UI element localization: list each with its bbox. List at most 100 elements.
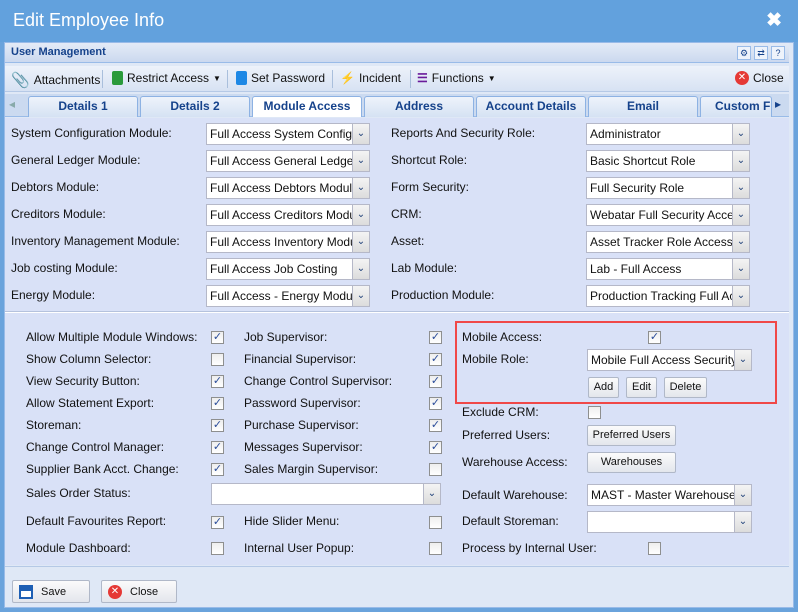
permission-checkbox[interactable]: ✓ xyxy=(211,463,224,476)
chevron-down-icon[interactable]: ⌄ xyxy=(352,286,369,306)
toolbar: 📎 Attachments Restrict Access ▼ Set Passwo… xyxy=(5,66,789,92)
default-storeman-label: Default Storeman: xyxy=(462,514,559,528)
supervisor-label: Password Supervisor: xyxy=(244,396,361,410)
permission-checkbox[interactable]: ✓ xyxy=(211,331,224,344)
permission-checkbox[interactable]: ✓ xyxy=(211,419,224,432)
chevron-down-icon[interactable]: ⌄ xyxy=(732,205,749,225)
warehouses-button[interactable]: Warehouses xyxy=(587,452,676,473)
module-role-select[interactable]: Full Access Debtors Module ⌄ xyxy=(206,177,370,199)
warehouse-access-label: Warehouse Access: xyxy=(462,455,568,469)
permission-checkbox[interactable] xyxy=(211,353,224,366)
supervisor-checkbox[interactable]: ✓ xyxy=(429,419,442,432)
module-role-select[interactable]: Full Access General Ledger ⌄ xyxy=(206,150,370,172)
module-role-select[interactable]: Full Access Job Costing ⌄ xyxy=(206,258,370,280)
internal-popup-checkbox[interactable] xyxy=(429,542,442,555)
tab-module-access[interactable]: Module Access xyxy=(252,96,362,117)
module-role-select[interactable]: Full Access System Config ⌄ xyxy=(206,123,370,145)
set-password-label: Set Password xyxy=(251,71,326,85)
chevron-down-icon[interactable]: ⌄ xyxy=(732,124,749,144)
role-select[interactable]: Webatar Full Security Access ⌄ xyxy=(586,204,750,226)
hide-slider-checkbox[interactable] xyxy=(429,516,442,529)
scroll-left-icon[interactable]: ◂ xyxy=(9,97,15,111)
close-button[interactable]: ✕ Close xyxy=(735,71,784,85)
lock-blue-icon xyxy=(236,71,247,85)
set-password-button[interactable]: Set Password xyxy=(236,71,325,85)
restrict-access-button[interactable]: Restrict Access ▼ xyxy=(112,71,221,85)
incident-icon: ⚡ xyxy=(340,71,355,85)
chevron-down-icon[interactable]: ⌄ xyxy=(423,484,440,504)
paperclip-icon: 📎 xyxy=(11,72,30,89)
sales-order-status-select[interactable]: ⌄ xyxy=(211,483,441,505)
permission-checkbox[interactable]: ✓ xyxy=(211,441,224,454)
supervisor-checkbox[interactable]: ✓ xyxy=(429,353,442,366)
supervisor-checkbox[interactable]: ✓ xyxy=(429,375,442,388)
role-select[interactable]: Production Tracking Full Access ⌄ xyxy=(586,285,750,307)
close-label: Close xyxy=(753,71,784,85)
supervisor-checkbox[interactable] xyxy=(429,463,442,476)
role-label: Lab Module: xyxy=(391,261,458,275)
chevron-down-icon[interactable]: ⌄ xyxy=(352,151,369,171)
module-role-select-value: Full Access Job Costing xyxy=(210,262,338,276)
chevron-down-icon[interactable]: ⌄ xyxy=(732,232,749,252)
role-select[interactable]: Full Security Role ⌄ xyxy=(586,177,750,199)
supervisor-checkbox[interactable]: ✓ xyxy=(429,331,442,344)
sales-order-status-label: Sales Order Status: xyxy=(26,486,131,500)
chevron-down-icon[interactable]: ⌄ xyxy=(732,259,749,279)
scroll-right-icon[interactable]: ▸ xyxy=(775,97,781,111)
chevron-down-icon[interactable]: ⌄ xyxy=(352,259,369,279)
role-select[interactable]: Lab - Full Access ⌄ xyxy=(586,258,750,280)
chevron-down-icon[interactable]: ⌄ xyxy=(734,485,751,505)
module-label: Creditors Module: xyxy=(11,207,106,221)
default-warehouse-select[interactable]: MAST - Master Warehouse ⌄ xyxy=(587,484,752,506)
module-dashboard-checkbox[interactable] xyxy=(211,542,224,555)
permission-label: Show Column Selector: xyxy=(26,352,152,366)
preferred-users-button[interactable]: Preferred Users xyxy=(587,425,676,446)
close-window-icon[interactable]: ✖ xyxy=(766,9,782,32)
chevron-down-icon[interactable]: ⌄ xyxy=(352,232,369,252)
tab-details-2[interactable]: Details 2 xyxy=(140,96,250,117)
tab-address[interactable]: Address xyxy=(364,96,474,117)
chevron-down-icon[interactable]: ⌄ xyxy=(352,205,369,225)
tab-email[interactable]: Email xyxy=(588,96,698,117)
tab-custom-fields[interactable]: Custom Fi xyxy=(700,96,772,117)
refresh-icon[interactable]: ⇄ xyxy=(754,46,768,60)
settings-icon[interactable]: ⚙ xyxy=(737,46,751,60)
chevron-down-icon[interactable]: ⌄ xyxy=(732,286,749,306)
role-label: CRM: xyxy=(391,207,422,221)
save-label: Save xyxy=(41,585,67,598)
footer-close-button[interactable]: ✕ Close xyxy=(101,580,177,603)
chevron-down-icon[interactable]: ⌄ xyxy=(732,178,749,198)
chevron-down-icon[interactable]: ⌄ xyxy=(732,151,749,171)
role-select[interactable]: Asset Tracker Role Access ⌄ xyxy=(586,231,750,253)
exclude-crm-checkbox[interactable] xyxy=(588,406,601,419)
help-icon[interactable]: ? xyxy=(771,46,785,60)
attachments-button[interactable]: 📎 Attachments xyxy=(11,71,100,89)
separator xyxy=(332,70,333,88)
process-internal-label: Process by Internal User: xyxy=(462,541,597,555)
module-role-select[interactable]: Full Access - Energy Module ⌄ xyxy=(206,285,370,307)
default-favourites-checkbox[interactable]: ✓ xyxy=(211,516,224,529)
role-label: Form Security: xyxy=(391,180,470,194)
permission-checkbox[interactable]: ✓ xyxy=(211,375,224,388)
chevron-down-icon[interactable]: ⌄ xyxy=(734,512,751,532)
role-label: Reports And Security Role: xyxy=(391,126,536,140)
process-internal-checkbox[interactable] xyxy=(648,542,661,555)
functions-button[interactable]: ☰ Functions ▼ xyxy=(417,71,496,85)
role-select[interactable]: Basic Shortcut Role ⌄ xyxy=(586,150,750,172)
tab-details-1[interactable]: Details 1 xyxy=(28,96,138,117)
save-button[interactable]: Save xyxy=(12,580,90,603)
module-role-select[interactable]: Full Access Inventory Module ⌄ xyxy=(206,231,370,253)
supervisor-checkbox[interactable]: ✓ xyxy=(429,397,442,410)
module-role-select[interactable]: Full Access Creditors Module ⌄ xyxy=(206,204,370,226)
chevron-down-icon[interactable]: ⌄ xyxy=(352,178,369,198)
supervisor-label: Sales Margin Supervisor: xyxy=(244,462,379,476)
default-storeman-select[interactable]: ⌄ xyxy=(587,511,752,533)
role-select[interactable]: Administrator ⌄ xyxy=(586,123,750,145)
supervisor-checkbox[interactable]: ✓ xyxy=(429,441,442,454)
chevron-down-icon[interactable]: ⌄ xyxy=(352,124,369,144)
dropdown-arrow-icon: ▼ xyxy=(487,73,496,83)
incident-button[interactable]: ⚡ Incident xyxy=(340,71,401,85)
tab-account-details[interactable]: Account Details xyxy=(476,96,586,117)
lock-green-icon xyxy=(112,71,123,85)
permission-checkbox[interactable]: ✓ xyxy=(211,397,224,410)
